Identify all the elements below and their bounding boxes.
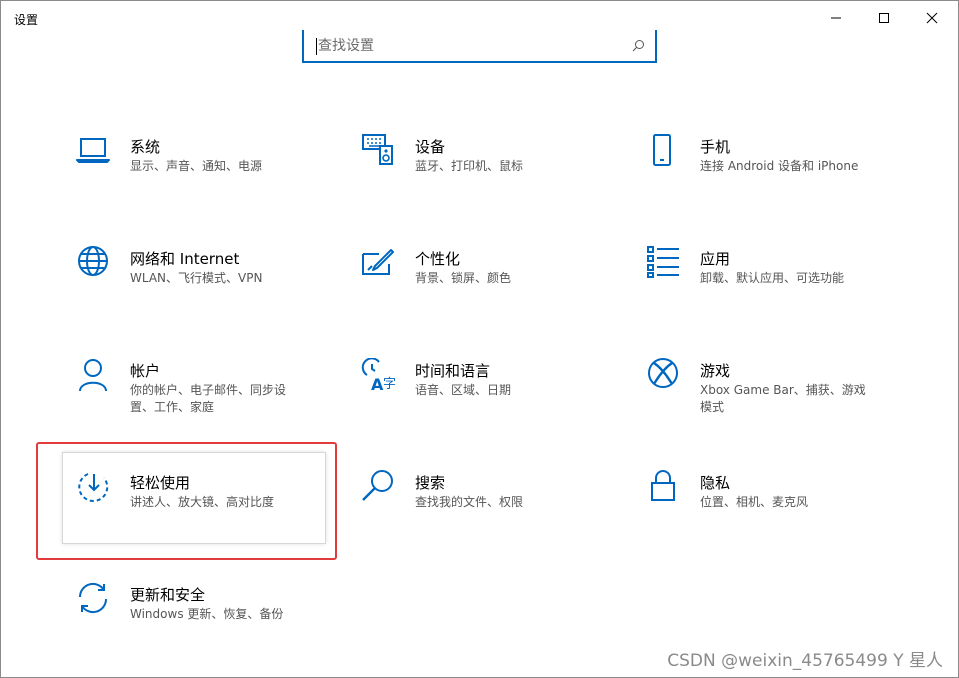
tile-description: 你的帐户、电子邮件、同步设 置、工作、家庭 (130, 383, 287, 414)
phone-icon (653, 134, 671, 166)
tile-name: 个性化 (415, 250, 461, 268)
watermark-text: CSDN @weixin_45765499 Y 星人 (667, 651, 943, 671)
person-icon (79, 359, 107, 392)
tile-name: 网络和 Internet (130, 250, 240, 268)
laptop-icon (76, 138, 110, 163)
search-magnifier-icon (362, 470, 393, 501)
tile-update-security[interactable]: 更新和安全 Windows 更新、恢复、备份 (76, 582, 346, 672)
lock-icon (651, 470, 675, 501)
minimize-icon (831, 17, 841, 19)
tile-description: 卸载、默认应用、可选功能 (700, 271, 845, 285)
text-caret (316, 38, 317, 55)
tile-name: 游戏 (700, 362, 731, 380)
tile-description: 背景、锁屏、颜色 (415, 271, 512, 285)
svg-text:字: 字 (383, 377, 396, 392)
tile-name: 搜索 (415, 474, 446, 492)
window-frame (0, 0, 959, 678)
apps-list-icon (647, 246, 679, 278)
search-icon[interactable] (632, 39, 645, 52)
search-input[interactable] (318, 34, 618, 58)
minimize-button[interactable] (813, 0, 859, 36)
xbox-icon (648, 358, 678, 388)
tile-apps[interactable]: 应用 卸载、默认应用、可选功能 (646, 246, 916, 336)
tile-time-language[interactable]: A 字 时间和语言 语音、区域、日期 (361, 358, 631, 448)
tile-description: 位置、相机、麦克风 (700, 495, 809, 509)
tile-name: 隐私 (700, 474, 731, 492)
tile-privacy[interactable]: 隐私 位置、相机、麦克风 (646, 470, 916, 560)
tile-description: 查找我的文件、权限 (415, 495, 524, 509)
tile-name: 更新和安全 (130, 586, 206, 604)
tile-system[interactable]: 系统 显示、声音、通知、电源 (76, 134, 346, 224)
tile-description: 连接 Android 设备和 iPhone (700, 159, 859, 173)
maximize-button[interactable] (861, 0, 907, 36)
keyboard-speaker-icon (362, 134, 393, 165)
globe-icon (78, 246, 108, 276)
tile-description: WLAN、飞行模式、VPN (130, 271, 263, 285)
window-title: 设置 (14, 13, 39, 27)
tile-gaming[interactable]: 游戏 Xbox Game Bar、捕获、游戏 模式 (646, 358, 916, 448)
tile-name: 应用 (700, 250, 731, 268)
tile-devices[interactable]: 设备 蓝牙、打印机、鼠标 (361, 134, 631, 224)
tile-description: 蓝牙、打印机、鼠标 (415, 159, 524, 173)
tile-name: 时间和语言 (415, 362, 491, 380)
tile-personalization[interactable]: 个性化 背景、锁屏、颜色 (361, 246, 631, 336)
tile-name: 帐户 (130, 362, 161, 380)
search-box[interactable] (302, 30, 657, 63)
tile-description: Windows 更新、恢复、备份 (130, 607, 284, 621)
close-button[interactable] (909, 0, 955, 36)
tile-name: 系统 (130, 138, 161, 156)
sync-arrows-icon (78, 582, 108, 614)
close-icon (926, 12, 938, 24)
tile-description: 语音、区域、日期 (415, 383, 512, 397)
maximize-icon (879, 13, 889, 23)
tile-description: 显示、声音、通知、电源 (130, 159, 263, 173)
tile-name: 手机 (700, 138, 731, 156)
time-language-icon: A 字 (361, 358, 396, 394)
tile-name: 设备 (415, 138, 446, 156)
tile-accounts[interactable]: 帐户 你的帐户、电子邮件、同步设 置、工作、家庭 (76, 358, 346, 448)
tile-search[interactable]: 搜索 查找我的文件、权限 (361, 470, 631, 560)
paint-brush-icon (362, 249, 394, 275)
red-highlight-box (36, 442, 337, 560)
tile-description: Xbox Game Bar、捕获、游戏 模式 (700, 383, 866, 414)
tile-phone[interactable]: 手机 连接 Android 设备和 iPhone (646, 134, 916, 224)
tile-network[interactable]: 网络和 Internet WLAN、飞行模式、VPN (76, 246, 346, 336)
